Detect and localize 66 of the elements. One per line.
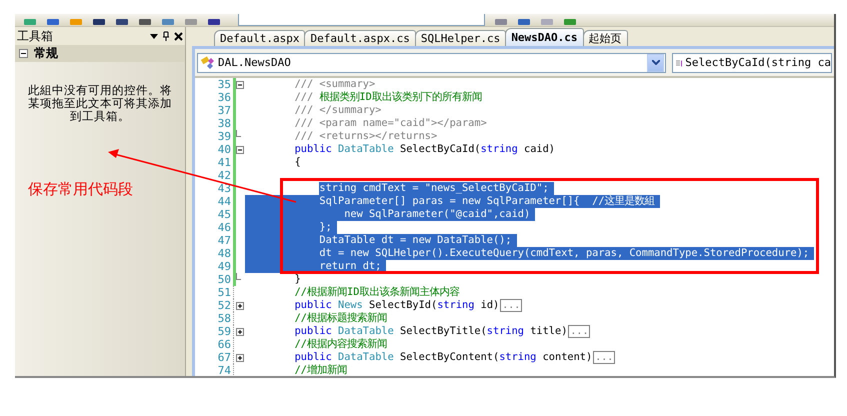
line-number: 46 — [216, 221, 231, 234]
code-line: } — [294, 273, 301, 286]
file-tab[interactable]: Default.aspx.cs — [304, 30, 416, 46]
panel-title: 工具箱 — [17, 28, 54, 44]
file-tab[interactable]: 起始页 — [582, 30, 628, 46]
annotation-note: 保存常用代码段 — [28, 180, 133, 199]
class-dropdown[interactable]: DAL.NewsDAO — [197, 52, 666, 72]
close-icon[interactable] — [174, 32, 183, 40]
expand-icon[interactable] — [236, 354, 244, 362]
toolbar-icon[interactable] — [115, 19, 129, 26]
code-line: /// <param name="caid"></param> — [294, 117, 487, 130]
code-line: public News SelectById(string id) ... — [294, 299, 522, 312]
toolbar-icon[interactable] — [517, 19, 531, 26]
code-line: /// 根据类别ID取出该类别下的所有新闻 — [294, 91, 482, 104]
dropdown-icon[interactable] — [647, 54, 664, 72]
code-line: //根据新闻ID取出该条新闻主体内容 — [294, 286, 460, 299]
code-line: //根据内容搜索新闻 — [294, 338, 387, 351]
toolbar-icon[interactable] — [46, 19, 60, 26]
expand-icon[interactable] — [236, 302, 244, 310]
code-line: public DataTable SelectByContent(string content) ... — [294, 351, 616, 364]
line-number: 66 — [216, 338, 231, 351]
member-dropdown[interactable]: SelectByCaId(string ca — [672, 52, 832, 72]
line-number: 40 — [216, 143, 231, 156]
collapse-icon[interactable] — [236, 80, 244, 88]
code-line: public DataTable SelectByCaId(string caid) — [294, 143, 555, 156]
line-number: 51 — [216, 286, 231, 299]
code-line: //根据标题搜索新闻 — [294, 312, 387, 325]
line-number: 41 — [216, 156, 231, 169]
file-tab[interactable]: NewsDAO.cs — [505, 28, 584, 46]
line-number: 36 — [216, 91, 231, 104]
line-number: 52 — [216, 299, 231, 312]
code-line: public DataTable SelectByTitle(string title) ... — [294, 325, 590, 338]
line-number: 67 — [216, 351, 231, 364]
pin-icon[interactable] — [162, 31, 170, 41]
code-line: /// </summary> — [294, 104, 382, 117]
line-number: 38 — [216, 117, 231, 130]
line-number: 35 — [216, 78, 231, 91]
file-tab[interactable]: SQLHelper.cs — [414, 30, 506, 46]
line-number: 39 — [216, 130, 231, 143]
code-line: //增加新闻 — [294, 364, 347, 376]
line-number: 74 — [216, 364, 231, 376]
toolbar-icon[interactable] — [92, 19, 106, 26]
collapse-icon[interactable] — [236, 146, 244, 154]
line-number: 37 — [216, 104, 231, 117]
toolbar-icon[interactable] — [207, 19, 221, 26]
class-icon — [201, 56, 215, 70]
line-number: 49 — [216, 260, 231, 273]
line-number: 47 — [216, 234, 231, 247]
line-number: 50 — [216, 273, 231, 286]
line-number: 59 — [216, 325, 231, 338]
collapse-icon[interactable] — [19, 49, 28, 58]
file-tab[interactable]: Default.aspx — [214, 30, 306, 46]
section-header[interactable]: 常规 — [15, 45, 185, 62]
line-number: 44 — [216, 195, 231, 208]
line-number: 42 — [216, 169, 231, 182]
toolbar-icon[interactable] — [138, 19, 152, 26]
line-number: 48 — [216, 247, 231, 260]
line-number: 58 — [216, 312, 231, 325]
empty-message: 此組中没有可用的控件。将某项拖至此文本可将其添加到工具箱。 — [27, 84, 173, 123]
dropdown-icon[interactable] — [150, 34, 158, 38]
section-label: 常规 — [34, 45, 58, 62]
code-line: /// <summary> — [294, 78, 376, 91]
code-line: /// <returns></returns> — [294, 130, 438, 143]
code-line: { — [294, 156, 301, 169]
expand-icon[interactable] — [236, 328, 244, 336]
line-number: 45 — [216, 208, 231, 221]
